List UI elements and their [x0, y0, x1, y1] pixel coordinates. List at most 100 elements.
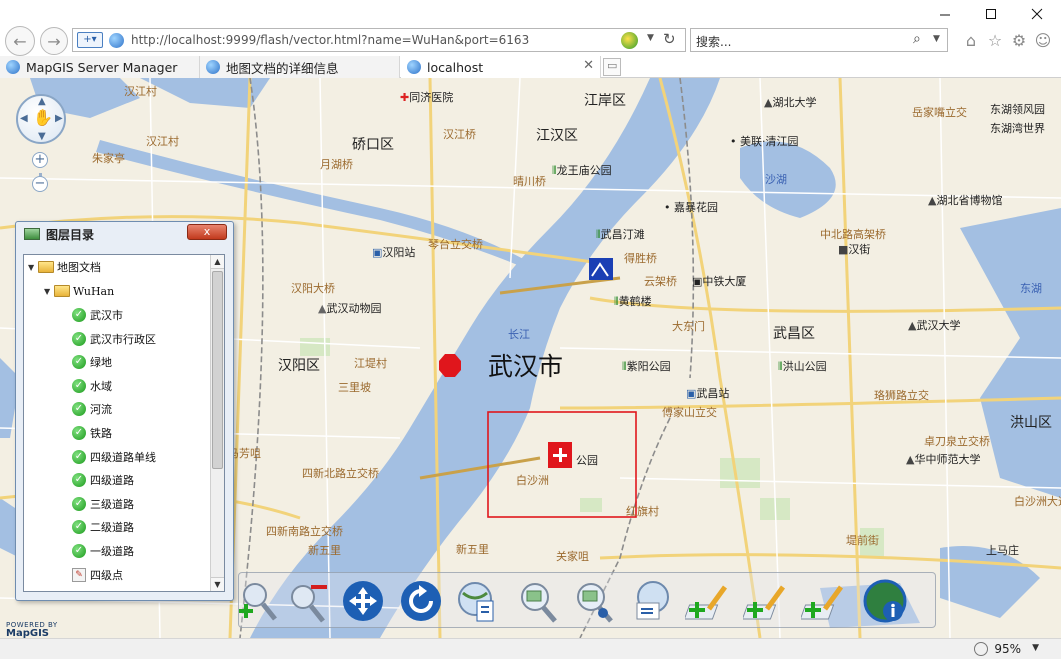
refresh-icon[interactable]: ↻ [663, 30, 676, 48]
point-layer-icon[interactable]: ✎ [72, 567, 86, 582]
layer-item[interactable]: ✓ 铁路 [72, 423, 112, 443]
scroll-down-icon[interactable]: ▼ [211, 577, 224, 591]
forward-button[interactable]: → [40, 27, 68, 55]
zoom-window-tool[interactable] [513, 579, 561, 627]
layer-label: 四级道路单线 [90, 450, 156, 464]
zoom-out-tool[interactable] [285, 579, 333, 627]
info-query-tool[interactable] [629, 579, 677, 627]
pan-down-icon[interactable]: ▼ [38, 131, 46, 142]
lake-label-shahu: 沙湖 [765, 173, 787, 186]
tree-node-wuhan[interactable]: ▼ WuHan [44, 281, 114, 301]
refresh-tool[interactable] [397, 579, 445, 627]
new-tab-button[interactable]: ▭ [603, 58, 621, 76]
district-label-jianghan: 江汉区 [536, 128, 578, 144]
address-url[interactable]: http://localhost:9999/flash/vector.html?… [131, 33, 529, 47]
expand-arrow-icon[interactable]: ▼ [44, 287, 54, 296]
pan-navigation-control[interactable]: ▲ ▼ ◀ ▶ ✋ [16, 94, 66, 144]
layer-panel-titlebar[interactable]: 图层目录 x [16, 222, 233, 246]
layer-item[interactable]: ✓ 武汉市 [72, 305, 123, 325]
tree-node-map-document[interactable]: ▼ 地图文档 [28, 257, 101, 277]
ie-page-icon [109, 33, 124, 48]
visible-check-icon[interactable]: ✓ [72, 355, 86, 370]
address-dropdown-icon[interactable]: ▼ [647, 33, 654, 43]
zoom-level[interactable]: 95% [974, 642, 1021, 656]
layer-tree: ▼ 地图文档 ▼ WuHan ✓ 武汉市 ✓ 武汉市行政区 ✓ 绿地 ✓ 水域 ✓ 河流 ✓ 铁路 ✓ 四… [23, 254, 225, 592]
layer-item[interactable]: ✓ 一级道路 [72, 541, 134, 561]
pan-left-icon[interactable]: ◀ [20, 113, 28, 124]
folder-icon [38, 261, 54, 273]
map-label-shangmazhuang: 白沙洲大道高架 [1014, 495, 1061, 508]
red-octagon-marker[interactable] [439, 354, 461, 377]
map-label-hospital: ✚同济医院 [400, 91, 454, 104]
map-label-zhongtie: ▣中铁大厦 [692, 275, 747, 288]
map-label-wuhan-institute: 上马庄 [986, 544, 1019, 557]
layer-panel-close-button[interactable]: x [187, 224, 227, 240]
compatibility-icon[interactable] [621, 32, 638, 49]
visible-check-icon[interactable]: ✓ [72, 331, 86, 346]
zoom-in-tool[interactable] [233, 579, 281, 627]
close-tab-icon[interactable]: ✕ [583, 58, 594, 73]
visible-check-icon[interactable]: ✓ [72, 402, 86, 417]
visible-check-icon[interactable]: ✓ [72, 544, 86, 558]
layer-item[interactable]: ✓ 河流 [72, 399, 112, 419]
visible-check-icon[interactable]: ✓ [72, 426, 86, 440]
pan-up-icon[interactable]: ▲ [38, 96, 46, 107]
info-tool[interactable] [861, 579, 909, 627]
city-label-wuhan: 武汉市 [488, 352, 564, 381]
layer-item[interactable]: ✓ 二级道路 [72, 517, 134, 537]
layer-item[interactable]: ✓ 四级道路单线 [72, 447, 156, 467]
home-icon[interactable]: ⌂ [960, 29, 982, 51]
layer-item[interactable]: ✓ 绿地 [72, 352, 112, 372]
layer-tree-scrollbar[interactable]: ▲ ▼ [210, 255, 224, 591]
back-arrow-icon: ← [13, 31, 27, 51]
visible-check-icon[interactable]: ✓ [72, 520, 86, 535]
district-label-jiangan: 江岸区 [584, 93, 626, 109]
pan-right-icon[interactable]: ▶ [55, 113, 63, 124]
layer-item[interactable]: ✓ 武汉市行政区 [72, 329, 156, 349]
add-point-tool[interactable] [683, 579, 733, 627]
search-icon[interactable]: ⌕ [913, 31, 921, 47]
park-marker[interactable] [548, 442, 572, 468]
visible-check-icon[interactable]: ✓ [72, 308, 86, 322]
layer-item[interactable]: ✓ 四级道路 [72, 470, 134, 490]
pan-tool[interactable] [339, 579, 387, 627]
full-extent-tool[interactable] [453, 579, 501, 627]
expand-arrow-icon[interactable]: ▼ [28, 263, 38, 272]
station-icon[interactable] [589, 258, 613, 280]
visible-check-icon[interactable]: ✓ [72, 449, 86, 464]
back-button[interactable]: ← [5, 26, 35, 56]
tab-mapgis-server-manager[interactable]: MapGIS Server Manager [0, 56, 200, 78]
zoom-in-button[interactable]: + [32, 152, 48, 168]
visible-check-icon[interactable]: ✓ [72, 496, 86, 511]
query-tool[interactable] [569, 579, 617, 627]
layer-item[interactable]: ✓ 水域 [72, 376, 112, 396]
map-viewport[interactable]: ✚同济医院 江岸区 ▲湖北大学 岳家嘴立交 东湖领风园 东湖湾世界 汉江村 汉江… [0, 78, 1061, 638]
zoom-out-button[interactable]: − [32, 176, 48, 192]
district-label-hanyang: 汉阳区 [278, 358, 320, 374]
feedback-smiley-icon[interactable]: ☺ [1032, 29, 1054, 51]
layer-label: 四级道路 [90, 474, 134, 488]
tab-localhost[interactable]: localhost ✕ [401, 56, 601, 78]
search-box[interactable]: 搜索... ⌕ ▼ [690, 28, 948, 52]
zoom-dropdown-icon[interactable]: ▼ [1032, 643, 1039, 653]
layer-item[interactable]: ✎ 四级点 [72, 565, 123, 585]
site-shield-icon[interactable]: +▾ [77, 32, 103, 48]
district-label-hongshan: 洪山区 [1010, 415, 1052, 431]
tab-map-document-details[interactable]: 地图文档的详细信息 [200, 56, 400, 78]
map-label-zoo: ▲武汉动物园 [318, 302, 382, 315]
settings-gear-icon[interactable]: ⚙ [1008, 29, 1030, 51]
favorites-star-icon[interactable]: ☆ [984, 29, 1006, 51]
scrollbar-thumb[interactable] [212, 271, 223, 469]
map-window-icon [24, 228, 40, 240]
search-dropdown-icon[interactable]: ▼ [933, 34, 940, 44]
add-line-tool[interactable] [741, 579, 791, 627]
map-toolbar [238, 572, 936, 628]
layer-label: 武汉市 [90, 309, 123, 322]
layer-item[interactable]: ✓ 三级道路 [72, 494, 134, 514]
visible-check-icon[interactable]: ✓ [72, 378, 86, 393]
address-bar[interactable]: +▾ http://localhost:9999/flash/vector.ht… [72, 28, 686, 52]
search-input[interactable]: 搜索... [696, 33, 731, 50]
scroll-up-icon[interactable]: ▲ [211, 255, 224, 269]
add-polygon-tool[interactable] [799, 579, 849, 627]
visible-check-icon[interactable]: ✓ [72, 473, 86, 488]
